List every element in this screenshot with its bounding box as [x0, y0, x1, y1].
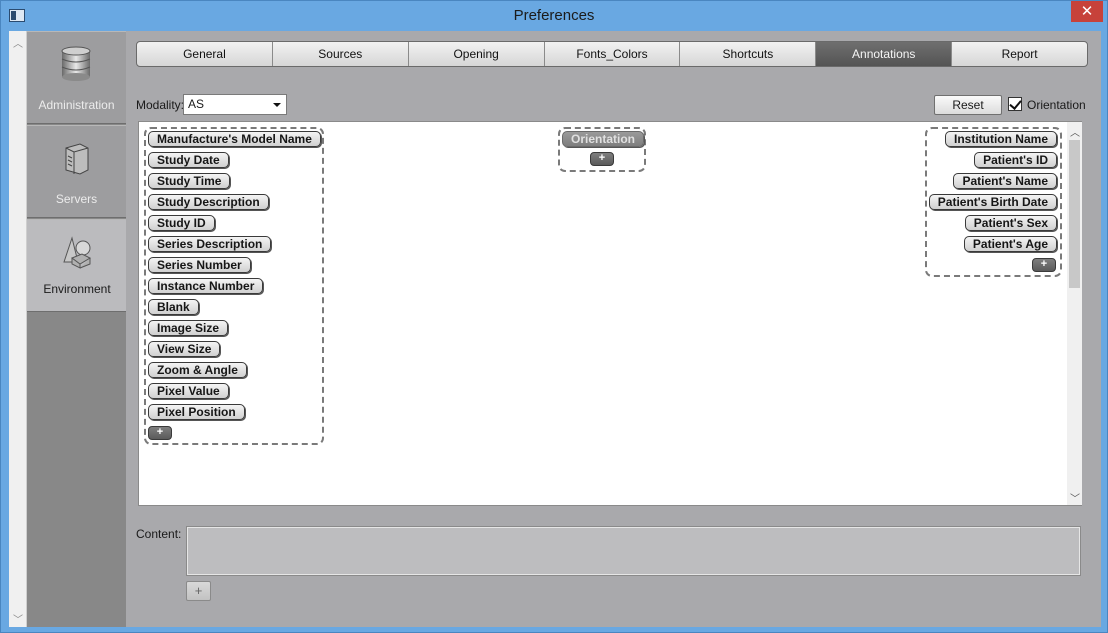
annotation-chip[interactable]: Study ID: [148, 215, 215, 231]
annotation-chip[interactable]: Image Size: [148, 320, 229, 336]
annotation-chip[interactable]: Pixel Value: [148, 383, 229, 399]
modality-select[interactable]: AS: [183, 94, 287, 115]
annotation-chip[interactable]: Zoom & Angle: [148, 362, 247, 378]
add-left-annotation-button[interactable]: +: [148, 426, 172, 440]
annotation-chip[interactable]: Series Description: [148, 236, 272, 252]
tab-general[interactable]: General: [137, 42, 273, 66]
side-nav: Administration Servers Environment: [27, 31, 127, 627]
nav-item-environment[interactable]: Environment: [27, 219, 127, 312]
annotation-chip[interactable]: Patient's Birth Date: [928, 194, 1057, 210]
database-icon: [61, 46, 91, 81]
chevron-down-icon[interactable]: ﹀: [1070, 490, 1080, 505]
annotation-chip[interactable]: Pixel Position: [148, 404, 245, 420]
orientation-label: Orientation: [1027, 98, 1086, 112]
annotation-chip[interactable]: Patient's ID: [974, 152, 1057, 168]
tab-sources[interactable]: Sources: [273, 42, 409, 66]
canvas-scrollbar[interactable]: ︿ ﹀: [1067, 122, 1082, 505]
window-title: Preferences: [513, 7, 595, 24]
tab-bar: General Sources Opening Fonts_Colors Sho…: [136, 41, 1088, 67]
title-bar: Preferences ✕: [1, 1, 1107, 31]
add-center-annotation-button[interactable]: +: [590, 152, 614, 166]
orientation-checkbox[interactable]: [1008, 97, 1022, 111]
server-icon: [65, 143, 89, 175]
chevron-up-icon[interactable]: ︿: [13, 35, 23, 50]
annotation-chip[interactable]: Instance Number: [148, 278, 264, 294]
tab-report[interactable]: Report: [952, 42, 1087, 66]
preferences-window: Preferences ✕ ︿ ﹀ Administration Servers…: [0, 0, 1108, 633]
annotation-chip[interactable]: Institution Name: [944, 131, 1057, 147]
tab-opening[interactable]: Opening: [409, 42, 545, 66]
content-field[interactable]: [186, 526, 1081, 576]
nav-item-label: Servers: [55, 192, 98, 206]
client-area: ︿ ﹀ Administration Servers Environment G…: [9, 31, 1101, 627]
tab-fonts-colors[interactable]: Fonts_Colors: [545, 42, 681, 66]
annotation-chip[interactable]: View Size: [148, 341, 221, 357]
annotation-chip[interactable]: Manufacture's Model Name: [148, 131, 321, 147]
annotation-chip[interactable]: Patient's Sex: [964, 215, 1057, 231]
chevron-down-icon[interactable]: ﹀: [13, 611, 23, 626]
content-add-button[interactable]: +: [186, 581, 211, 601]
tab-annotations[interactable]: Annotations: [816, 42, 953, 66]
modality-value: AS: [188, 97, 205, 111]
annotation-chip[interactable]: Patient's Name: [953, 173, 1057, 189]
chevron-down-icon: [273, 103, 281, 107]
shapes-icon: [63, 236, 92, 269]
annotation-chip[interactable]: Patient's Age: [963, 236, 1057, 252]
close-button[interactable]: ✕: [1071, 1, 1103, 22]
annotation-chip[interactable]: Study Description: [148, 194, 269, 210]
scrollbar-thumb[interactable]: [1069, 140, 1080, 288]
left-scrollbar[interactable]: ︿ ﹀: [9, 31, 27, 627]
reset-button[interactable]: Reset: [934, 95, 1002, 115]
tab-shortcuts[interactable]: Shortcuts: [680, 42, 817, 66]
annotation-chip[interactable]: Blank: [148, 299, 199, 315]
nav-item-servers[interactable]: Servers: [27, 125, 126, 218]
annotation-canvas: Manufacture's Model Name Study Date Stud…: [138, 121, 1082, 506]
add-right-annotation-button[interactable]: +: [1032, 258, 1056, 272]
nav-item-administration[interactable]: Administration: [27, 31, 126, 124]
annotation-chip[interactable]: Study Date: [148, 152, 229, 168]
content-label: Content:: [136, 527, 182, 541]
main-panel: General Sources Opening Fonts_Colors Sho…: [126, 31, 1101, 627]
nav-item-label: Administration: [38, 98, 115, 112]
nav-item-label: Environment: [43, 282, 111, 296]
annotation-chip[interactable]: Study Time: [148, 173, 231, 189]
annotation-chip[interactable]: Orientation: [562, 131, 645, 147]
annotation-chip[interactable]: Series Number: [148, 257, 251, 273]
modality-label: Modality:: [136, 98, 185, 112]
chevron-up-icon[interactable]: ︿: [1070, 124, 1080, 139]
